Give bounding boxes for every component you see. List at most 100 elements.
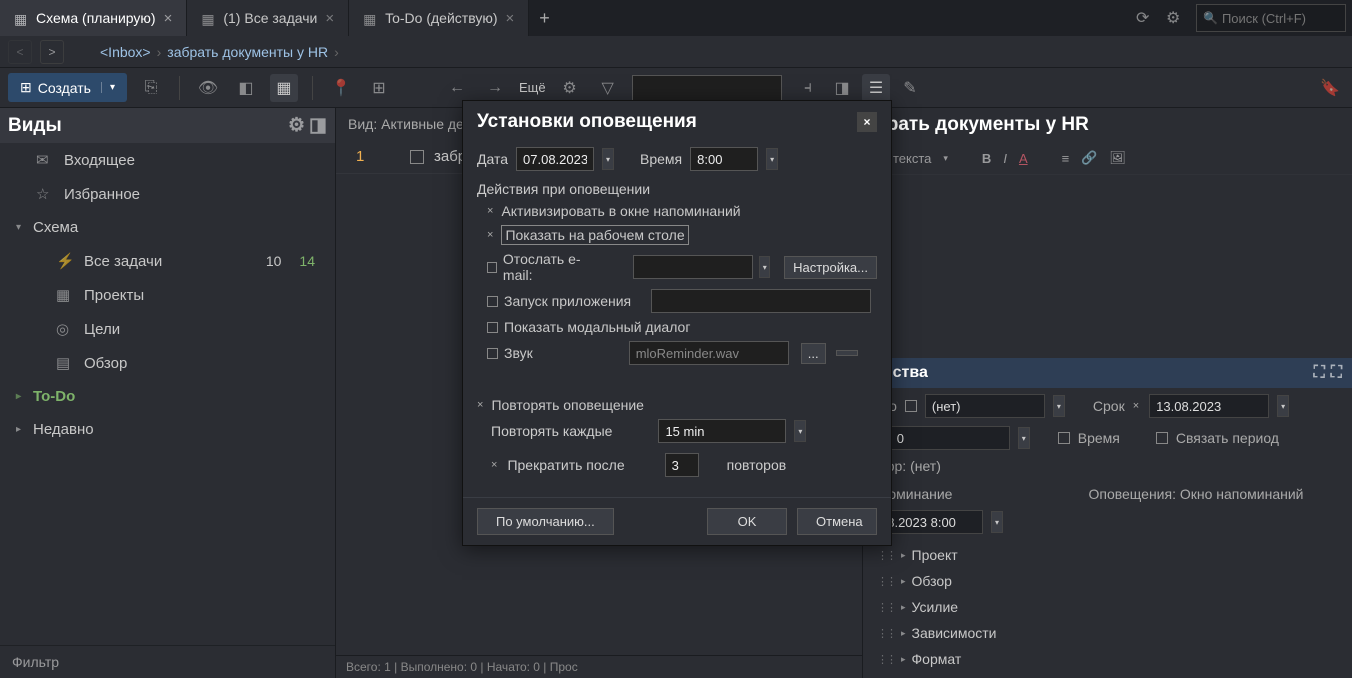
breadcrumb[interactable]: <Inbox> › забрать документы у HR › [100, 44, 339, 60]
forward-button[interactable]: > [40, 40, 64, 64]
columns-icon[interactable]: ⫞ [794, 74, 822, 102]
section-overview[interactable]: ⋮⋮▸Обзор [873, 568, 1342, 594]
clipboard-icon[interactable]: ⎘ [137, 74, 165, 102]
sidebar-item-alltasks[interactable]: ⚡ Все задачи 10 14 [0, 244, 335, 278]
checkbox[interactable] [1058, 432, 1070, 444]
create-button[interactable]: ⊞ Создать ▾ [8, 73, 127, 102]
stop-count-input[interactable] [665, 453, 699, 477]
duration-input[interactable] [890, 426, 1010, 450]
panel-icon[interactable]: ▦ [270, 74, 298, 102]
sidebar-item-recent[interactable]: Недавно [0, 413, 335, 446]
check-modal[interactable]: Показать модальный диалог [487, 319, 877, 335]
dropdown-icon[interactable]: ▾ [991, 511, 1003, 533]
section-project[interactable]: ⋮⋮▸Проект [873, 542, 1342, 568]
section-format[interactable]: ⋮⋮▸Формат [873, 646, 1342, 672]
list-icon[interactable]: ☰ [862, 74, 890, 102]
link-icon[interactable]: 🔗 [1081, 150, 1097, 166]
section-deps[interactable]: ⋮⋮▸Зависимости [873, 620, 1342, 646]
tab-all-tasks[interactable]: ▦ (1) Все задачи × [187, 0, 349, 36]
tab-bar: ▦ Схема (планирую) × ▦ (1) Все задачи × … [0, 0, 1352, 36]
tab-todo[interactable]: ▦ To-Do (действую) × [349, 0, 529, 36]
nav-fwd-icon[interactable]: → [481, 74, 509, 102]
app-input[interactable] [651, 289, 871, 313]
sidebar-item-overview[interactable]: ▤ Обзор [0, 346, 335, 380]
tab-label: (1) Все задачи [223, 10, 317, 26]
breadcrumb-inbox[interactable]: <Inbox> [100, 44, 151, 60]
panel-toggle-icon[interactable]: ◨ [828, 74, 856, 102]
checkbox[interactable] [1156, 432, 1168, 444]
sound-input[interactable] [629, 341, 789, 365]
filter-icon[interactable]: ▽ [594, 74, 622, 102]
dropdown-icon[interactable]: ▾ [794, 420, 806, 442]
filter-section[interactable]: Фильтр [0, 645, 335, 678]
check-desktop[interactable]: ×Показать на рабочем столе [487, 225, 877, 245]
dropdown-icon[interactable]: ▾ [1053, 395, 1065, 417]
color-icon[interactable]: A [1019, 151, 1028, 166]
check-repeat[interactable]: ×Повторять оповещение [477, 397, 877, 413]
browse-button[interactable]: ... [801, 343, 826, 364]
image-icon[interactable]: 🖼 [1109, 150, 1126, 166]
checkbox[interactable] [905, 400, 917, 412]
time-input[interactable] [690, 147, 758, 171]
check-activate[interactable]: ×Активизировать в окне напоминаний [487, 203, 877, 219]
sidebar-item-todo[interactable]: To-Do [0, 380, 335, 413]
tab-scheme[interactable]: ▦ Схема (планирую) × [0, 0, 187, 36]
interval-input[interactable] [658, 419, 786, 443]
gear-icon[interactable]: ⚙ [1166, 8, 1186, 28]
search-input[interactable]: 🔍 [1196, 4, 1346, 32]
close-icon[interactable]: × [325, 10, 334, 27]
gear-small-icon[interactable]: ⚙ [556, 74, 584, 102]
close-button[interactable]: × [857, 112, 877, 132]
panel-icon[interactable]: ◨ [309, 114, 327, 137]
back-button[interactable]: < [8, 40, 32, 64]
bookmark-icon[interactable]: 🔖 [1316, 74, 1344, 102]
caret-icon[interactable]: ▾ [101, 82, 115, 93]
add-tab-button[interactable]: + [529, 0, 560, 36]
email-input[interactable] [633, 255, 753, 279]
edit-icon[interactable]: ✎ [896, 74, 924, 102]
check-email[interactable]: Отослать e-mail: ▾ Настройка... [487, 251, 877, 283]
sidebar-item-goals[interactable]: ◎ Цели [0, 312, 335, 346]
check-app[interactable]: Запуск приложения [487, 289, 877, 313]
sidebar-item-scheme[interactable]: Схема [0, 211, 335, 244]
breadcrumb-item[interactable]: забрать документы у HR [167, 44, 328, 60]
start-date-input[interactable] [925, 394, 1045, 418]
pin-icon[interactable]: 📍 [327, 74, 355, 102]
italic-icon[interactable]: I [1003, 151, 1007, 166]
tree-icon[interactable]: ⊞ [365, 74, 393, 102]
cancel-button[interactable]: Отмена [797, 508, 877, 535]
search-field[interactable] [1222, 11, 1339, 26]
eye-icon[interactable]: 👁 [194, 74, 222, 102]
expand-icon[interactable]: ⛶ [1314, 364, 1325, 382]
clear-icon[interactable]: × [1133, 400, 1139, 412]
due-date-input[interactable] [1149, 394, 1269, 418]
sync-icon[interactable]: ⟳ [1136, 8, 1156, 28]
dropdown-icon[interactable]: ▾ [766, 148, 778, 170]
email-settings-button[interactable]: Настройка... [784, 256, 877, 279]
gear-icon[interactable]: ⚙ [288, 114, 305, 137]
nav-back-icon[interactable]: ← [443, 74, 471, 102]
check-sound[interactable]: Звук ... [487, 341, 877, 365]
date-input[interactable] [516, 147, 594, 171]
dropdown-icon[interactable]: ▾ [602, 148, 614, 170]
dropdown-icon[interactable]: ▾ [1277, 395, 1289, 417]
sidebar-item-favorites[interactable]: ☆ Избранное [0, 177, 335, 211]
dropdown-icon[interactable]: ▾ [1018, 427, 1030, 449]
more-label[interactable]: Ещё [519, 80, 546, 95]
bold-icon[interactable]: B [982, 151, 991, 166]
ok-button[interactable]: OK [707, 508, 787, 535]
dropdown-icon[interactable]: ▾ [759, 256, 770, 278]
checkbox[interactable] [410, 150, 424, 164]
sidebar-icon[interactable]: ◧ [232, 74, 260, 102]
close-icon[interactable]: × [164, 10, 173, 27]
section-effort[interactable]: ⋮⋮▸Усилие [873, 594, 1342, 620]
sidebar-item-projects[interactable]: ▦ Проекты [0, 278, 335, 312]
list-icon[interactable]: ≡ [1062, 151, 1070, 166]
defaults-button[interactable]: По умолчанию... [477, 508, 614, 535]
toolbar-search[interactable] [632, 75, 782, 101]
note-area[interactable] [863, 175, 1352, 358]
expand-icon[interactable]: ⛶ [1331, 364, 1342, 382]
close-icon[interactable]: × [506, 10, 515, 27]
play-button[interactable] [836, 350, 858, 356]
sidebar-item-inbox[interactable]: ✉ Входящее [0, 143, 335, 177]
